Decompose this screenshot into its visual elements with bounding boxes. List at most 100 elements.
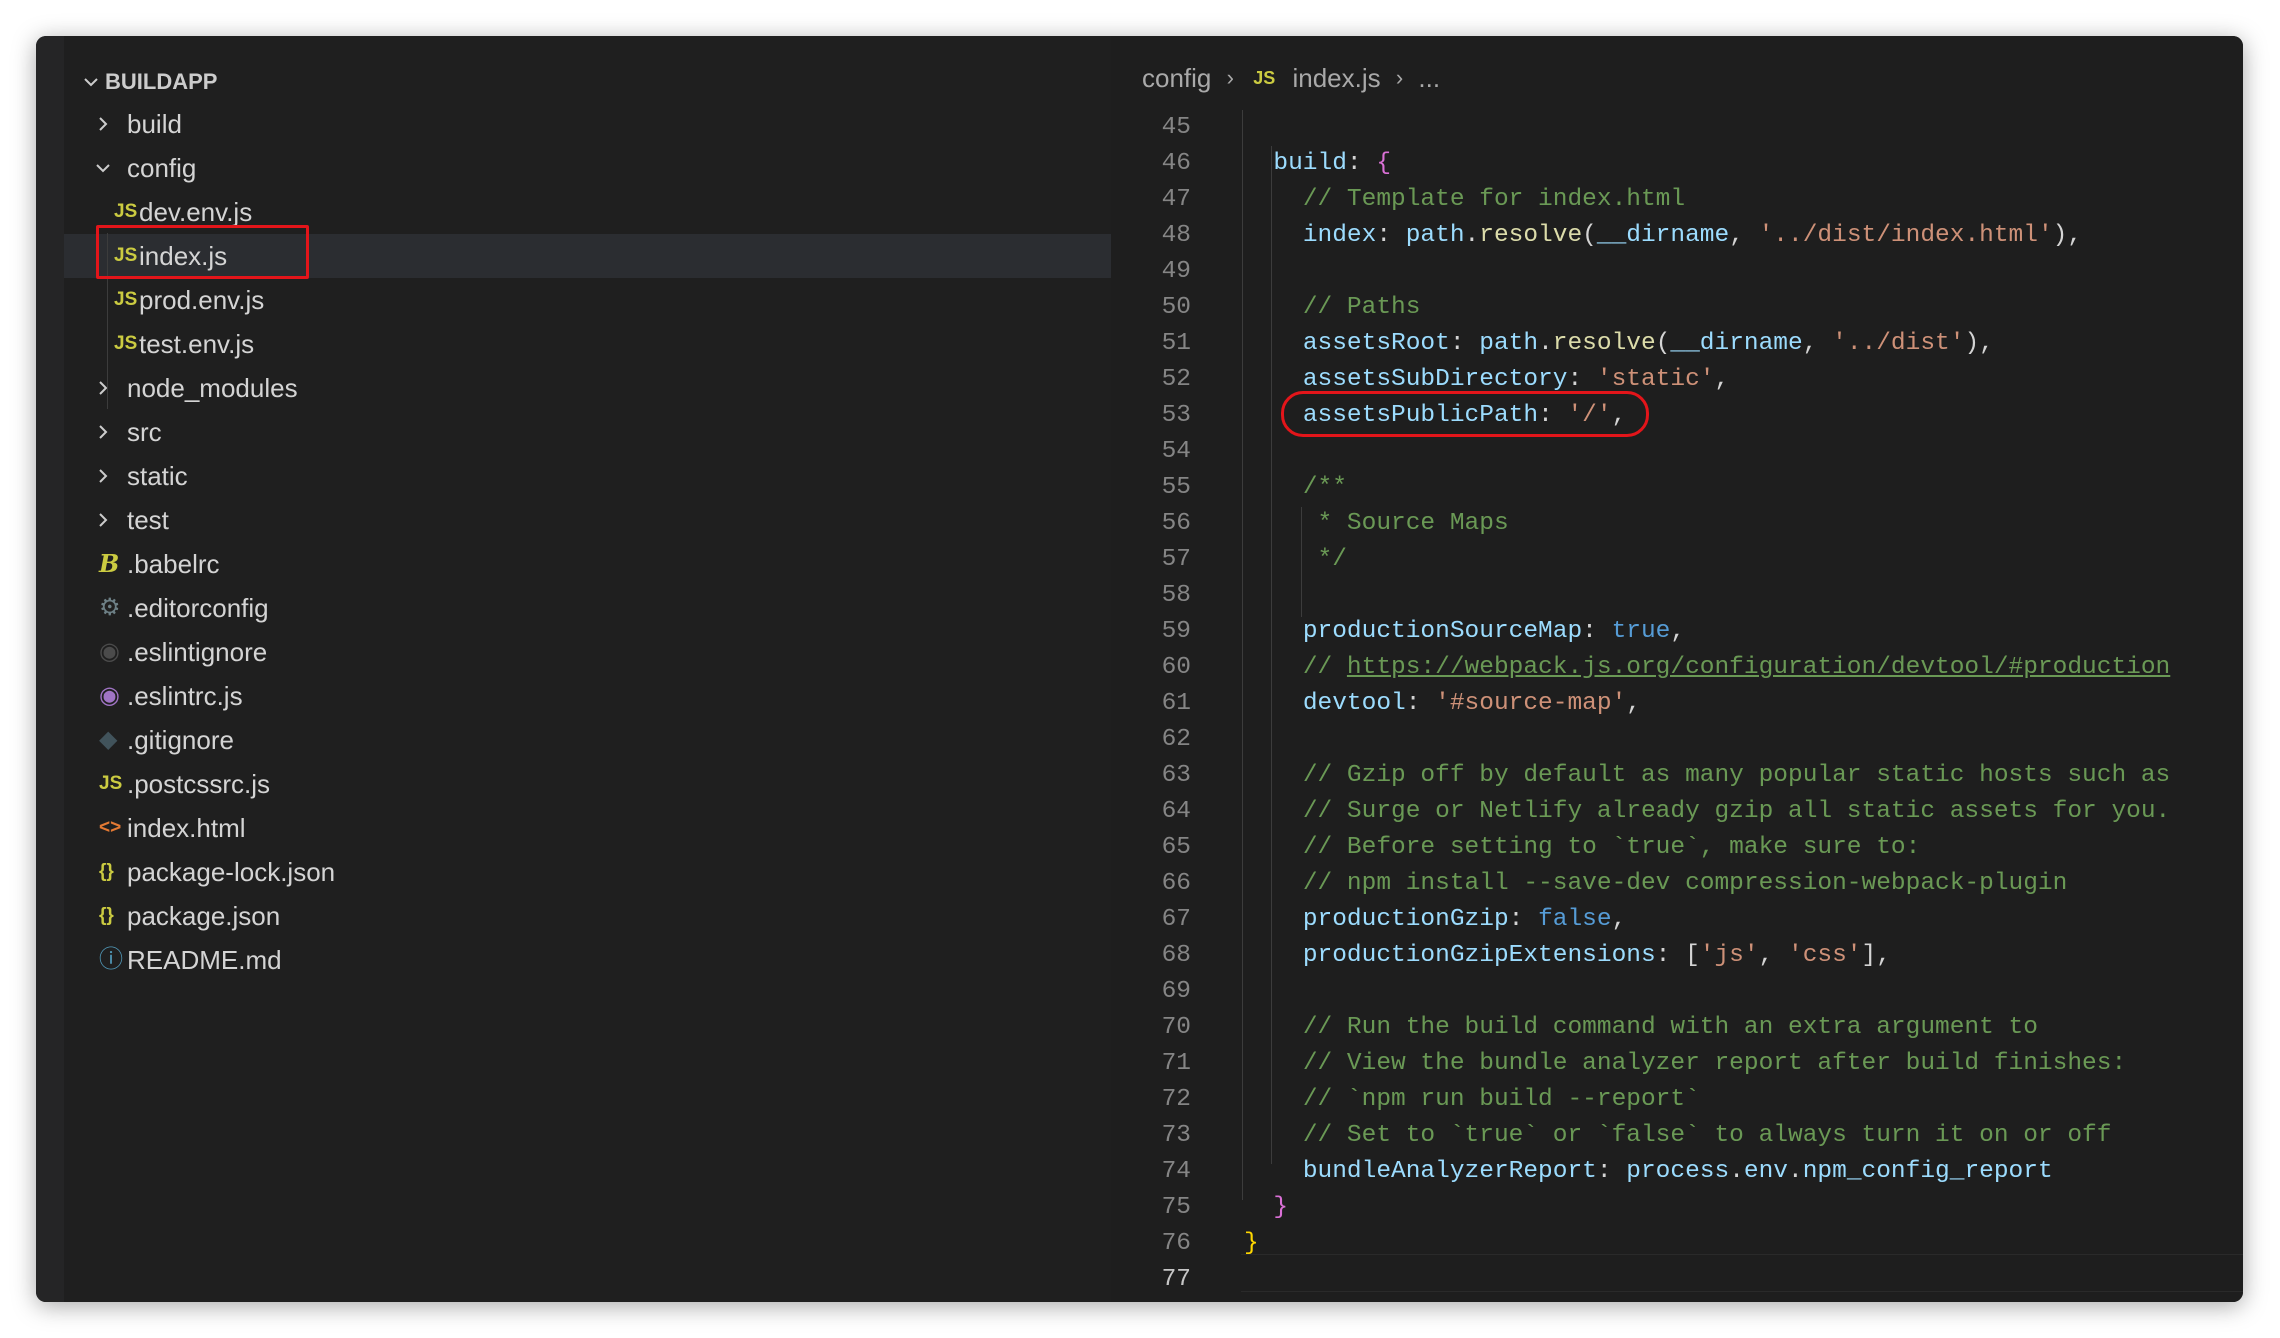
code-text: build: { [1244,146,1391,182]
tree-item[interactable]: B .babelrc [64,542,1111,586]
line-number: 61 [1161,690,1191,717]
tree-item[interactable]: <> index.html [64,806,1111,850]
code-line: 50 // Paths [1111,290,2243,326]
code-token[interactable]: https://webpack.js.org/configuration/dev… [1347,654,2170,681]
breadcrumb-folder[interactable]: config [1142,63,1211,93]
tree-item[interactable]: src [64,410,1111,454]
code-editor[interactable]: config › JS index.js › ... 45 46 build: {… [1111,36,2243,1302]
chevron-right-icon: › [1226,65,1234,91]
code-token: /** [1302,474,1347,501]
tree-item[interactable]: ⓘ README.md [64,938,1111,982]
code-token: // [1302,654,1347,681]
code-token: env [1743,1158,1789,1185]
code-token: '#source-map' [1435,690,1627,717]
code-token: . [1538,330,1553,357]
tree-item[interactable]: JS test.env.js [64,322,1111,366]
breadcrumb-more[interactable]: ... [1418,63,1440,93]
tree-item[interactable]: ◉ .eslintrc.js [64,674,1111,718]
tree-item-label: src [127,417,162,447]
html-file-icon: <> [99,817,122,838]
code-token: // Surge or Netlify already gzip all sta… [1302,798,2171,825]
code-token: false [1538,906,1612,933]
chevron-right-icon [90,366,116,410]
annotation-highlight-box [96,225,309,279]
tree-item[interactable]: ◉ .eslintignore [64,630,1111,674]
code-token: process [1626,1158,1730,1185]
code-text: productionGzip: false, [1244,902,1626,938]
code-line: 57 */ [1111,542,2243,578]
line-number: 72 [1161,1086,1191,1113]
tree-item-label: .eslintignore [127,637,268,667]
code-token: : [1346,150,1377,177]
line-number: 73 [1161,1122,1191,1149]
git-icon: ◆ [99,726,118,753]
code-token: : [1567,366,1597,393]
activity-bar [36,36,64,1302]
code-token: : [1376,222,1406,249]
code-token: , [1758,942,1788,969]
babel-icon: B [99,549,120,578]
code-text: * Source Maps [1244,506,1509,542]
tree-item[interactable]: build [64,102,1111,146]
chevron-right-icon [90,498,116,542]
code-line: 69 [1111,974,2243,1010]
code-line: 68 productionGzipExtensions: ['js', 'css… [1111,938,2243,974]
chevron-down-icon [90,146,116,190]
code-token: path [1405,222,1465,249]
code-token: resolve [1552,330,1656,357]
code-token: , [1802,330,1833,357]
tree-item[interactable]: {} package-lock.json [64,850,1111,894]
line-number: 55 [1161,474,1191,501]
code-line: 54 [1111,434,2243,470]
line-number: 54 [1161,438,1191,465]
breadcrumb-file[interactable]: index.js [1292,63,1380,93]
code-token: 'css' [1788,942,1862,969]
code-token: , [1729,222,1759,249]
code-line: 48 index: path.resolve(__dirname, '../di… [1111,218,2243,254]
tree-item[interactable]: JS .postcssrc.js [64,762,1111,806]
tree-item[interactable]: ◆ .gitignore [64,718,1111,762]
code-line: 70 // Run the build command with an extr… [1111,1010,2243,1046]
tree-item[interactable]: config [64,146,1111,190]
line-number: 50 [1161,294,1191,321]
code-text: assetsRoot: path.resolve(__dirname, '../… [1244,326,1994,362]
chevron-right-icon [90,454,116,498]
tree-item[interactable]: JS prod.env.js [64,278,1111,322]
code-token: : [1582,618,1612,645]
line-number: 71 [1161,1050,1191,1077]
code-text: // npm install --save-dev compression-we… [1244,866,2068,902]
code-token: path [1479,330,1539,357]
tree-item[interactable]: node_modules [64,366,1111,410]
tree-item[interactable]: test [64,498,1111,542]
tree-item-label: package.json [127,901,281,931]
tree-item[interactable]: ⚙ .editorconfig [64,586,1111,630]
line-number: 52 [1161,366,1191,393]
code-token: '../dist' [1832,330,1965,357]
code-token: { [1376,150,1392,177]
code-token: ( [1655,330,1671,357]
code-line: 66 // npm install --save-dev compression… [1111,866,2243,902]
code-text: // Run the build command with an extra a… [1244,1010,2038,1046]
code-text: // Gzip off by default as many popular s… [1244,758,2170,794]
tree-item[interactable]: static [64,454,1111,498]
chevron-down-icon [78,62,104,102]
code-text: // https://webpack.js.org/configuration/… [1244,650,2170,686]
line-number: 49 [1161,258,1191,285]
eslint-ignore-icon: ◉ [99,638,120,665]
code-line: 61 devtool: '#source-map', [1111,686,2243,722]
tree-item-label: node_modules [127,373,298,403]
tree-item[interactable]: {} package.json [64,894,1111,938]
code-token: // View the bundle analyzer report after… [1302,1050,2127,1077]
js-file-icon: JS [114,333,138,354]
line-number: 77 [1161,1266,1191,1293]
code-text: */ [1244,542,1347,578]
tree-item-label: test.env.js [139,329,255,359]
code-token: // Before setting to `true`, make sure t… [1302,834,1921,861]
